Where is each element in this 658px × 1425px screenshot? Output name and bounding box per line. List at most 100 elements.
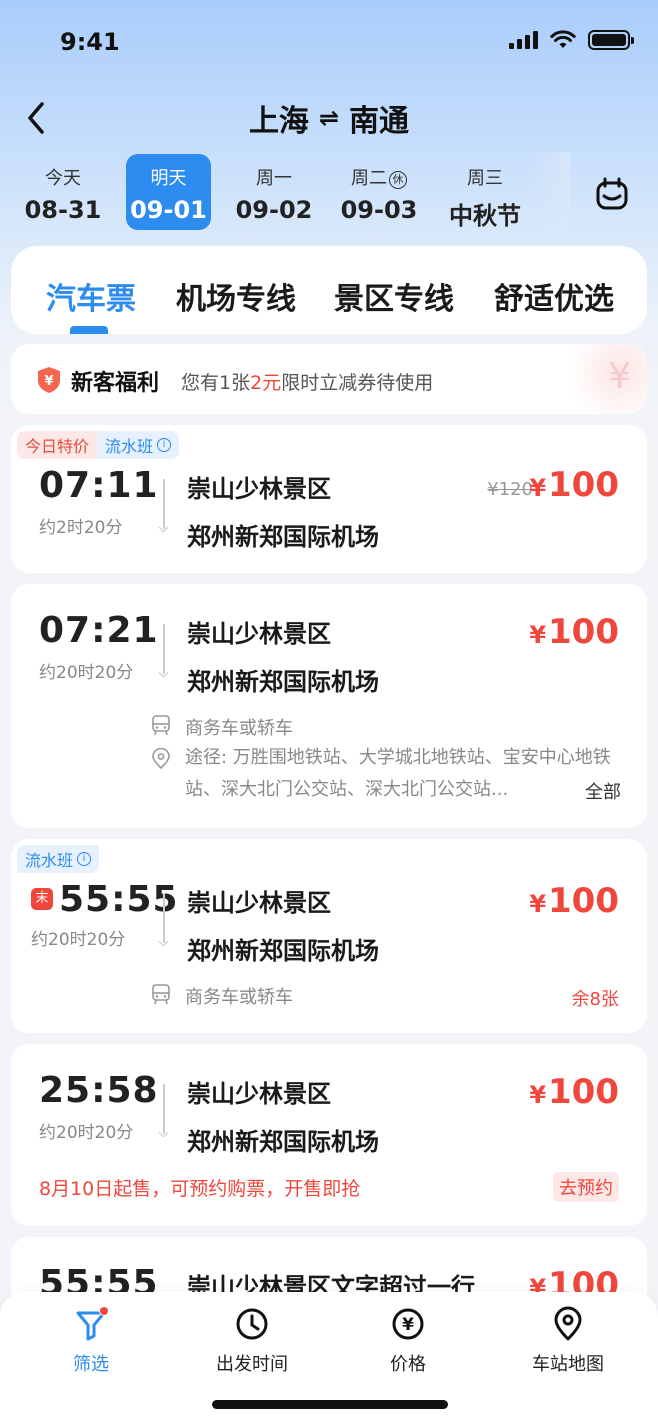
tab-airport-line[interactable]: 机场专线 <box>176 274 296 318</box>
flow-bus-tag: 流水班 i <box>97 431 180 459</box>
promo-decoration-icon: ¥ <box>608 356 631 397</box>
tab-comfort-select[interactable]: 舒适优选 <box>494 274 614 318</box>
via-text: 途径: 万胜围地铁站、大学城北地铁站、宝安中心地铁站、深大北门公交站、深大北门公… <box>185 747 611 800</box>
view-all-stations-link[interactable]: 全部 <box>585 778 621 804</box>
date-weekday: 明天 <box>150 168 187 189</box>
swap-icon[interactable]: ⇌ <box>319 104 339 132</box>
clock-icon <box>236 1308 268 1340</box>
trip-duration: 约20时20分 <box>39 1123 134 1143</box>
flow-bus-tag: 流水班 i <box>17 845 100 873</box>
info-icon[interactable]: i <box>157 438 172 452</box>
date-item-tue[interactable]: 周二休 09-03 <box>334 154 424 230</box>
status-icons <box>509 30 634 50</box>
price-label: 价格 <box>390 1354 426 1375</box>
departure-time-sort-button[interactable]: 出发时间 <box>192 1306 312 1376</box>
date-selector: 今天 08-31 明天 09-01 周一 09-02 周二休 09-03 周三 … <box>0 152 570 232</box>
destination-station: 郑州新郑国际机场 <box>187 937 379 965</box>
location-pin-icon <box>554 1306 582 1341</box>
trip-card[interactable]: 07:21 约20时20分 崇山少林景区 郑州新郑国际机场 ¥100 商务车或轿… <box>11 584 647 828</box>
tab-bus-ticket[interactable]: 汽车票 <box>46 274 136 318</box>
promo-text: 您有1张2元限时立减券待使用 <box>181 372 434 394</box>
date-value: 09-01 <box>130 196 207 224</box>
route-arrow-icon <box>158 893 169 947</box>
promo-title: 新客福利 <box>71 371 160 396</box>
dates-fade <box>530 152 570 232</box>
origin-city: 上海 <box>248 104 309 139</box>
status-time: 9:41 <box>60 28 120 56</box>
destination-station: 郑州新郑国际机场 <box>187 523 379 551</box>
origin-station: 崇山少林景区 <box>187 620 331 648</box>
svg-text:¥: ¥ <box>402 1315 414 1335</box>
date-weekday: 周二 <box>351 168 387 189</box>
destination-station: 郑州新郑国际机场 <box>187 668 379 696</box>
departure-time: 07:11 <box>39 465 159 506</box>
trip-card[interactable]: 25:58 约20时20分 崇山少林景区 郑州新郑国际机场 ¥100 8月10日… <box>11 1044 647 1226</box>
car-icon <box>152 715 170 736</box>
date-weekday: 今天 <box>45 168 81 189</box>
route-arrow-icon <box>158 1084 169 1138</box>
remaining-tickets: 余8张 <box>571 989 619 1010</box>
vehicle-type: 商务车或轿车 <box>185 987 293 1008</box>
location-icon <box>152 748 170 770</box>
ticket-price: ¥100 <box>529 465 619 505</box>
ticket-price: ¥100 <box>529 612 619 652</box>
wifi-icon <box>550 30 576 48</box>
trip-tags: 流水班 i <box>17 845 100 873</box>
presale-note: 8月10日起售，可预约购票，开售即抢 <box>39 1178 361 1200</box>
station-map-button[interactable]: 车站地图 <box>508 1306 628 1376</box>
date-value: 08-31 <box>24 196 102 224</box>
svg-text:¥: ¥ <box>44 374 53 389</box>
route-title: 上海 ⇌ 南通 <box>0 96 658 140</box>
origin-station: 崇山少林景区 <box>187 1080 331 1108</box>
filter-button[interactable]: 筛选 <box>31 1306 151 1376</box>
today-special-tag: 今日特价 <box>17 431 98 459</box>
date-item-tomorrow[interactable]: 明天 09-01 <box>126 154 211 230</box>
ticket-price: ¥100 <box>529 1072 619 1112</box>
departure-time: 07:21 <box>39 610 159 651</box>
last-bus-badge: 末 <box>31 888 53 910</box>
yen-shield-icon: ¥ <box>38 367 60 393</box>
filter-label: 筛选 <box>73 1354 109 1375</box>
date-item-mon[interactable]: 周一 09-02 <box>229 154 319 230</box>
destination-station: 郑州新郑国际机场 <box>187 1128 379 1156</box>
date-value: 09-02 <box>235 196 313 224</box>
ticket-price: ¥100 <box>529 881 619 921</box>
battery-icon <box>588 30 634 50</box>
date-value: 中秋节 <box>449 202 521 230</box>
info-icon[interactable]: i <box>77 852 92 866</box>
trip-duration: 约20时20分 <box>39 663 134 683</box>
original-price: ¥120 <box>487 479 533 500</box>
vehicle-info: 商务车或轿车 <box>151 714 293 740</box>
trip-card[interactable]: 今日特价 流水班 i 07:11 约2时20分 崇山少林景区 郑州新郑国际机场 ¥… <box>11 425 647 573</box>
new-user-promo-banner[interactable]: ¥ 新客福利 您有1张2元限时立减券待使用 ¥ <box>11 344 647 414</box>
calendar-icon[interactable] <box>594 176 630 212</box>
home-indicator <box>212 1400 448 1409</box>
reserve-button[interactable]: 去预约 <box>553 1172 619 1202</box>
holiday-badge: 休 <box>389 171 407 189</box>
date-value: 09-03 <box>340 196 418 224</box>
tab-scenic-line[interactable]: 景区专线 <box>334 274 454 318</box>
cellular-signal-icon <box>509 31 538 49</box>
status-bar: 9:41 <box>0 0 658 88</box>
via-stations: 途径: 万胜围地铁站、大学城北地铁站、宝安中心地铁站、深大北门公交站、深大北门公… <box>151 742 625 806</box>
trip-duration: 约20时20分 <box>31 930 126 950</box>
departure-time: 25:58 <box>39 1070 159 1111</box>
origin-station: 崇山少林景区 <box>187 889 331 917</box>
route-arrow-icon <box>158 624 169 678</box>
tab-indicator <box>70 326 108 334</box>
trip-tags: 今日特价 流水班 i <box>17 431 180 459</box>
station-map-label: 车站地图 <box>532 1354 604 1375</box>
vehicle-type: 商务车或轿车 <box>185 718 293 739</box>
date-item-today[interactable]: 今天 08-31 <box>18 154 108 230</box>
date-item-wed[interactable]: 周三 中秋节 <box>440 154 530 230</box>
destination-city: 南通 <box>349 104 410 139</box>
departure-time-label: 出发时间 <box>216 1354 288 1375</box>
route-arrow-icon <box>158 479 169 533</box>
car-icon <box>152 984 170 1005</box>
price-sort-button[interactable]: ¥ 价格 <box>348 1306 468 1376</box>
date-weekday: 周一 <box>256 168 292 189</box>
trip-card[interactable]: 流水班 i 末 55:55 约20时20分 崇山少林景区 郑州新郑国际机场 ¥10… <box>11 839 647 1033</box>
date-weekday: 周三 <box>467 168 503 189</box>
origin-station: 崇山少林景区 <box>187 475 331 503</box>
notification-dot <box>99 1306 109 1316</box>
